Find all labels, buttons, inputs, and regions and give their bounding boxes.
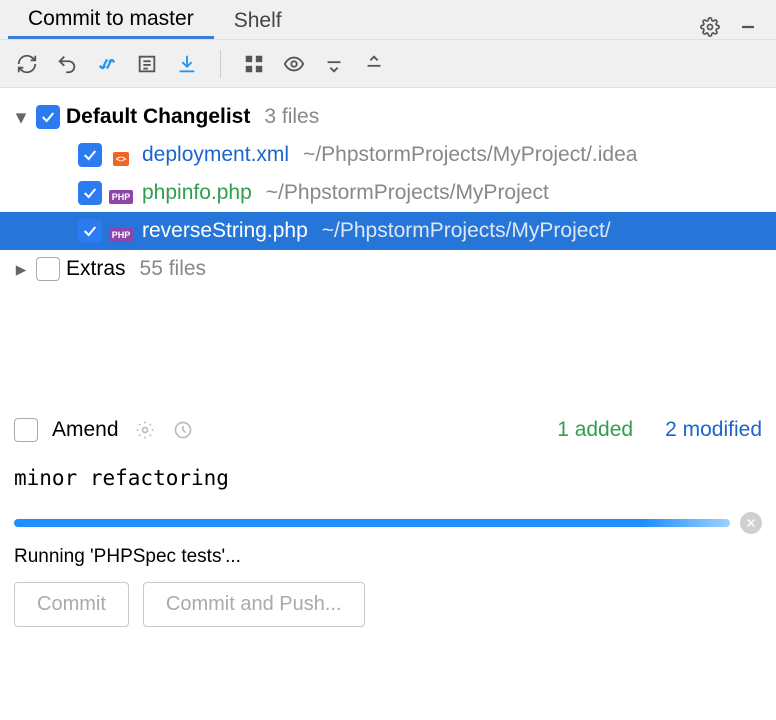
changelist-count: 3 files — [264, 105, 319, 129]
gear-icon[interactable] — [698, 15, 722, 39]
cancel-icon[interactable] — [740, 512, 762, 534]
changelist-icon[interactable] — [130, 47, 164, 81]
checkbox[interactable] — [36, 257, 60, 281]
xml-file-icon: <> — [108, 144, 134, 166]
file-path: ~/PhpstormProjects/MyProject/ — [322, 219, 611, 243]
checkbox[interactable] — [78, 181, 102, 205]
download-icon[interactable] — [170, 47, 204, 81]
file-name: reverseString.php — [142, 219, 308, 243]
minimize-icon[interactable] — [736, 15, 760, 39]
php-file-icon: PHP — [108, 182, 134, 204]
changelist-default[interactable]: ▾ Default Changelist 3 files — [0, 98, 776, 136]
tab-commit[interactable]: Commit to master — [8, 0, 214, 39]
progress-bar — [14, 519, 730, 527]
preview-icon[interactable] — [277, 47, 311, 81]
amend-checkbox[interactable] — [14, 418, 38, 442]
history-icon[interactable] — [171, 418, 195, 442]
changelist-label: Extras — [66, 257, 126, 281]
refresh-icon[interactable] — [10, 47, 44, 81]
group-icon[interactable] — [237, 47, 271, 81]
file-name: deployment.xml — [142, 143, 289, 167]
file-tree: ▾ Default Changelist 3 files <> deployme… — [0, 88, 776, 408]
commit-and-push-button[interactable]: Commit and Push... — [143, 582, 365, 627]
changelist-extras[interactable]: ▸ Extras 55 files — [0, 250, 776, 288]
gear-icon-small[interactable] — [133, 418, 157, 442]
commit-message-input[interactable]: minor refactoring — [0, 452, 776, 512]
added-count: 1 added — [557, 418, 633, 442]
checkbox[interactable] — [36, 105, 60, 129]
file-path: ~/PhpstormProjects/MyProject — [266, 181, 549, 205]
rollback-icon[interactable] — [50, 47, 84, 81]
checkbox[interactable] — [78, 219, 102, 243]
file-path: ~/PhpstormProjects/MyProject/.idea — [303, 143, 637, 167]
changelist-count: 55 files — [140, 257, 207, 281]
chevron-down-icon[interactable]: ▾ — [12, 105, 30, 130]
amend-label: Amend — [52, 418, 119, 442]
file-name: phpinfo.php — [142, 181, 252, 205]
file-row[interactable]: <> deployment.xml ~/PhpstormProjects/MyP… — [0, 136, 776, 174]
collapse-icon[interactable] — [357, 47, 391, 81]
file-row[interactable]: PHP phpinfo.php ~/PhpstormProjects/MyPro… — [0, 174, 776, 212]
diff-icon[interactable] — [90, 47, 124, 81]
tab-shelf[interactable]: Shelf — [214, 0, 302, 39]
commit-button[interactable]: Commit — [14, 582, 129, 627]
expand-icon[interactable] — [317, 47, 351, 81]
file-row-selected[interactable]: PHP reverseString.php ~/PhpstormProjects… — [0, 212, 776, 250]
modified-count: 2 modified — [665, 418, 762, 442]
chevron-right-icon[interactable]: ▸ — [12, 257, 30, 282]
changelist-label: Default Changelist — [66, 105, 250, 129]
status-text: Running 'PHPSpec tests'... — [0, 540, 776, 582]
checkbox[interactable] — [78, 143, 102, 167]
php-file-icon: PHP — [108, 220, 134, 242]
